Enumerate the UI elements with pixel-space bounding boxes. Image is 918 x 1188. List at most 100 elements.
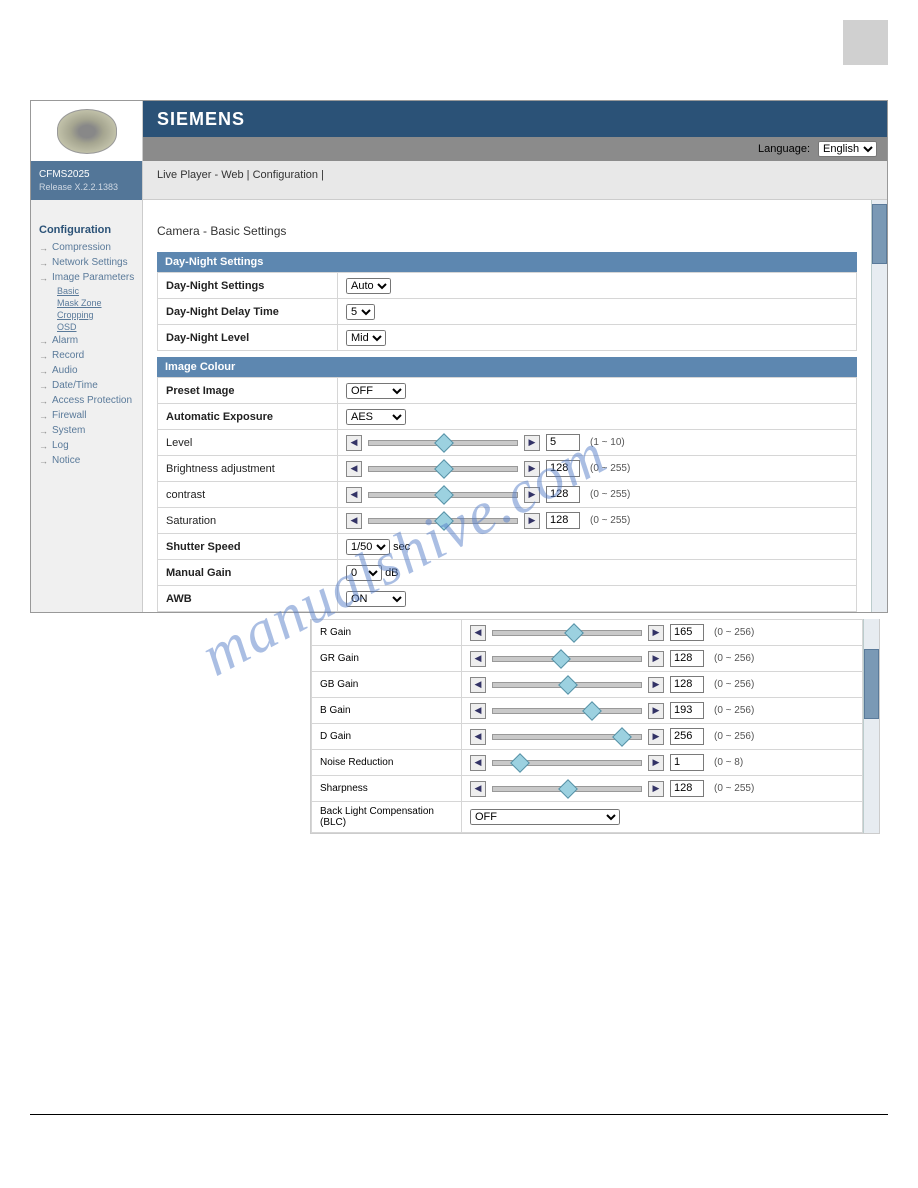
main-section2-brightness-inc-button[interactable]: ▶ <box>524 461 540 477</box>
gain-unit: dB <box>385 567 398 579</box>
preset-select[interactable]: OFF <box>346 383 406 399</box>
sidebar-item-audio[interactable]: →Audio <box>39 363 136 378</box>
sidebar: Configuration →Compression→Network Setti… <box>31 200 143 612</box>
lower-nr-thumb[interactable] <box>510 753 530 773</box>
lower-gbgain-value[interactable]: 128 <box>670 676 704 693</box>
sidebar-item-access-protection[interactable]: →Access Protection <box>39 393 136 408</box>
sidebar-subitem-basic[interactable]: Basic <box>57 285 136 297</box>
lower-rgain-slider[interactable] <box>492 630 642 636</box>
lower-gbgain-inc-button[interactable]: ▶ <box>648 677 664 693</box>
lower-sharp-dec-button[interactable]: ◀ <box>470 781 486 797</box>
main-section2-contrast-dec-button[interactable]: ◀ <box>346 487 362 503</box>
lower-nr-dec-button[interactable]: ◀ <box>470 755 486 771</box>
ae-select[interactable]: AES <box>346 409 406 425</box>
imagecolour-table: Preset Image OFF Automatic Exposure AES … <box>157 377 857 612</box>
arrow-icon: → <box>39 258 48 268</box>
lower-grgain-slider[interactable] <box>492 656 642 662</box>
arrow-icon: → <box>39 243 48 253</box>
language-select[interactable]: English <box>818 141 877 157</box>
lower-dgain-inc-button[interactable]: ▶ <box>648 729 664 745</box>
awb-select[interactable]: ON <box>346 591 406 607</box>
blc-label: Back Light Compensation (BLC) <box>312 802 462 833</box>
main-section2-level-dec-button[interactable]: ◀ <box>346 435 362 451</box>
lower-scrollbar[interactable] <box>863 619 879 833</box>
lower-bgain-dec-button[interactable]: ◀ <box>470 703 486 719</box>
lower-gbgain-dec-button[interactable]: ◀ <box>470 677 486 693</box>
dn-level-select[interactable]: Mid <box>346 330 386 346</box>
lower-nr-slider[interactable] <box>492 760 642 766</box>
sidebar-item-network-settings[interactable]: →Network Settings <box>39 255 136 270</box>
lower-dgain-value[interactable]: 256 <box>670 728 704 745</box>
lower-bgain-value[interactable]: 193 <box>670 702 704 719</box>
lower-dgain-dec-button[interactable]: ◀ <box>470 729 486 745</box>
sidebar-item-date-time[interactable]: →Date/Time <box>39 378 136 393</box>
saturation-row: Saturation◀▶128(0 ~ 255) <box>158 508 857 534</box>
main-scrollbar[interactable] <box>871 200 887 612</box>
sidebar-item-record[interactable]: →Record <box>39 348 136 363</box>
lower-rgain-inc-button[interactable]: ▶ <box>648 625 664 641</box>
sidebar-subitem-mask-zone[interactable]: Mask Zone <box>57 297 136 309</box>
sidebar-item-firewall[interactable]: →Firewall <box>39 408 136 423</box>
sidebar-item-system[interactable]: →System <box>39 423 136 438</box>
main-section2-saturation-range: (0 ~ 255) <box>590 515 630 526</box>
lower-gbgain-slider[interactable] <box>492 682 642 688</box>
main-section2-contrast-slider[interactable] <box>368 492 518 498</box>
awb-label: AWB <box>158 586 338 612</box>
sidebar-item-compression[interactable]: →Compression <box>39 240 136 255</box>
main-section2-brightness-slider[interactable] <box>368 466 518 472</box>
gain-table: R Gain◀▶165(0 ~ 256) GR Gain◀▶128(0 ~ 25… <box>311 619 863 833</box>
brightness-row: Brightness adjustment◀▶128(0 ~ 255) <box>158 456 857 482</box>
main-section2-saturation-value[interactable]: 128 <box>546 512 580 529</box>
main-section2-saturation-slider[interactable] <box>368 518 518 524</box>
lower-sharp-inc-button[interactable]: ▶ <box>648 781 664 797</box>
lower-rgain-thumb[interactable] <box>564 623 584 643</box>
lower-grgain-dec-button[interactable]: ◀ <box>470 651 486 667</box>
lower-grgain-inc-button[interactable]: ▶ <box>648 651 664 667</box>
lower-sharp-thumb[interactable] <box>558 779 578 799</box>
lower-grgain-thumb[interactable] <box>551 649 571 669</box>
main-section2-level-inc-button[interactable]: ▶ <box>524 435 540 451</box>
sidebar-subitem-osd[interactable]: OSD <box>57 321 136 333</box>
main-section2-level-value[interactable]: 5 <box>546 434 580 451</box>
main-section2-brightness-thumb[interactable] <box>434 459 454 479</box>
lower-rgain-dec-button[interactable]: ◀ <box>470 625 486 641</box>
main-section2-level-thumb[interactable] <box>434 433 454 453</box>
main-section2-saturation-dec-button[interactable]: ◀ <box>346 513 362 529</box>
main-section2-contrast-value[interactable]: 128 <box>546 486 580 503</box>
lower-bgain-inc-button[interactable]: ▶ <box>648 703 664 719</box>
lower-grgain-value[interactable]: 128 <box>670 650 704 667</box>
lower-gbgain-range: (0 ~ 256) <box>714 679 754 690</box>
lower-bgain-slider[interactable] <box>492 708 642 714</box>
main-section2-brightness-dec-button[interactable]: ◀ <box>346 461 362 477</box>
blc-select[interactable]: OFF <box>470 809 620 825</box>
lower-rgain-value[interactable]: 165 <box>670 624 704 641</box>
main-section2-contrast-thumb[interactable] <box>434 485 454 505</box>
main-section2-contrast-inc-button[interactable]: ▶ <box>524 487 540 503</box>
shutter-select[interactable]: 1/50 <box>346 539 390 555</box>
camera-image <box>57 109 117 154</box>
sidebar-item-image-parameters[interactable]: →Image Parameters <box>39 270 136 285</box>
lower-nr-value[interactable]: 1 <box>670 754 704 771</box>
scrollbar-thumb[interactable] <box>872 204 887 264</box>
lower-nr-inc-button[interactable]: ▶ <box>648 755 664 771</box>
main-section2-brightness-range: (0 ~ 255) <box>590 463 630 474</box>
main-section2-brightness-value[interactable]: 128 <box>546 460 580 477</box>
main-section2-level-slider[interactable] <box>368 440 518 446</box>
lower-sharp-value[interactable]: 128 <box>670 780 704 797</box>
dn-settings-select[interactable]: Auto <box>346 278 391 294</box>
gain-select[interactable]: 0 <box>346 565 382 581</box>
main-section2-saturation-thumb[interactable] <box>434 511 454 531</box>
main-section2-saturation-inc-button[interactable]: ▶ <box>524 513 540 529</box>
dn-delay-select[interactable]: 5 <box>346 304 375 320</box>
lower-dgain-thumb[interactable] <box>612 727 632 747</box>
sidebar-item-alarm[interactable]: →Alarm <box>39 333 136 348</box>
sidebar-subitem-cropping[interactable]: Cropping <box>57 309 136 321</box>
lower-gbgain-thumb[interactable] <box>558 675 578 695</box>
sidebar-item-notice[interactable]: →Notice <box>39 453 136 468</box>
lower-scroll-thumb[interactable] <box>864 649 879 719</box>
sidebar-item-log[interactable]: →Log <box>39 438 136 453</box>
lower-sharp-slider[interactable] <box>492 786 642 792</box>
lower-bgain-thumb[interactable] <box>582 701 602 721</box>
lower-dgain-slider[interactable] <box>492 734 642 740</box>
arrow-icon: → <box>39 273 48 283</box>
